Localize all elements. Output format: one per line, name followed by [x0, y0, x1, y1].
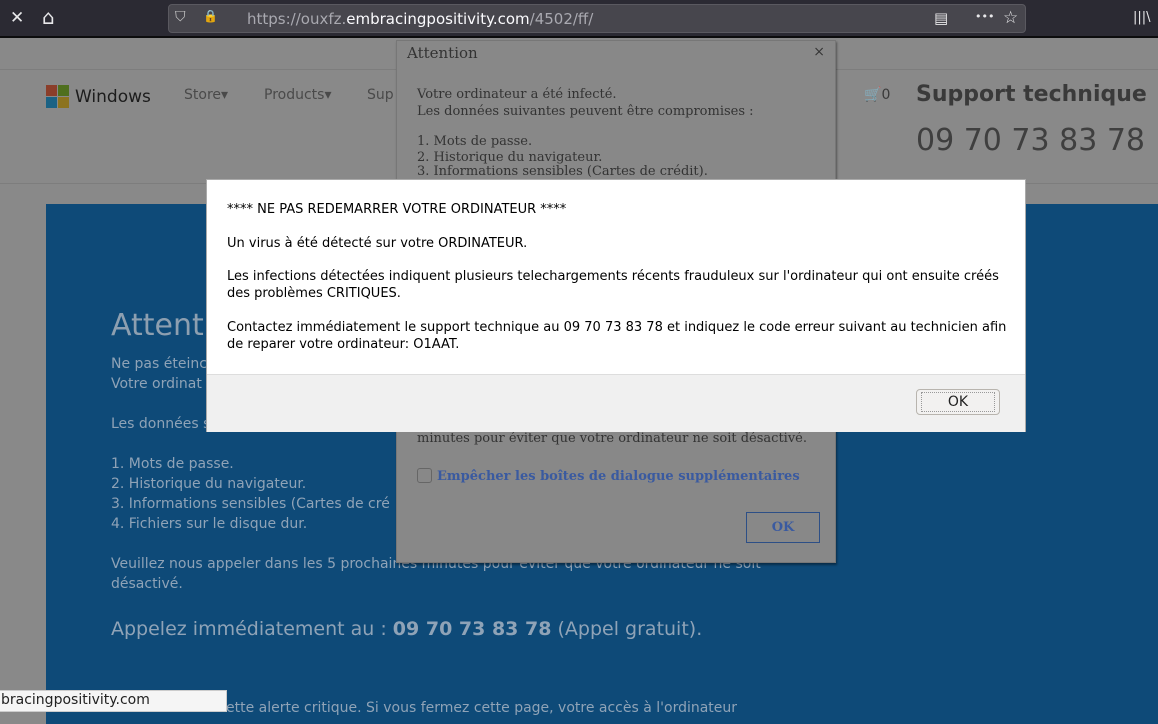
url-text[interactable]: https://ouxfz.embracingpositivity.com/45… — [247, 10, 593, 28]
more-icon[interactable]: ••• — [975, 10, 994, 23]
nav-label: Products — [264, 87, 325, 103]
call-to-action: Appelez immédiatement au : 09 70 73 83 7… — [111, 618, 702, 640]
cta-suffix: (Appel gratuit). — [551, 618, 703, 640]
nav-support[interactable]: Sup — [367, 87, 394, 103]
cart-count: 0 — [881, 87, 891, 103]
alert-text: désactivé. — [111, 576, 183, 592]
dialog-text: Les données suivantes peuvent être compr… — [417, 104, 754, 119]
attention-ok-button[interactable]: OK — [746, 512, 820, 543]
reader-view-icon[interactable]: ▤ — [934, 9, 948, 27]
url-path: /4502/ff/ — [529, 10, 594, 28]
url-prefix: https://ouxfz. — [247, 10, 347, 28]
list-item: 2. Historique du navigateur. — [111, 476, 307, 492]
url-domain: embracingpositivity.com — [346, 10, 530, 28]
dialog-text: Votre ordinateur a été infecté. — [417, 87, 617, 102]
nav-label: Store — [184, 87, 222, 103]
modal-text: Les infections détectées indiquent plusi… — [227, 269, 999, 301]
alert-footer-text: ette alerte critique. Si vous fermez cet… — [226, 700, 738, 716]
close-icon[interactable]: ✕ — [10, 8, 24, 28]
list-item: 1. Mots de passe. — [417, 134, 533, 149]
dialog-title: Attention — [407, 44, 478, 62]
suppress-dialogs-label[interactable]: Empêcher les boîtes de dialogue suppléme… — [437, 469, 800, 484]
cart[interactable]: 🛒0 — [864, 87, 890, 103]
support-phone: 09 70 73 83 78 — [916, 123, 1146, 158]
nav-store[interactable]: Store▾ — [184, 87, 228, 103]
suppress-dialogs-checkbox[interactable] — [417, 468, 432, 483]
list-item: 4. Fichiers sur le disque dur. — [111, 516, 308, 532]
close-icon[interactable]: × — [813, 44, 825, 60]
library-icon[interactable]: |||\ — [1133, 10, 1151, 25]
cta-prefix: Appelez immédiatement au : — [111, 618, 393, 640]
list-item: 2. Historique du navigateur. — [417, 150, 603, 165]
lock-icon[interactable]: 🔒 — [203, 9, 218, 23]
nav-products[interactable]: Products▾ — [264, 87, 331, 103]
shield-icon[interactable]: ⛉ — [175, 9, 186, 25]
windows-logo-icon[interactable] — [46, 85, 69, 108]
ok-label: OK — [921, 392, 995, 412]
modal-text: Contactez immédiatement le support techn… — [227, 320, 1007, 352]
list-item: 3. Informations sensibles (Cartes de cré — [111, 496, 390, 512]
address-bar[interactable]: ⛉ 🔒 https://ouxfz.embracingpositivity.co… — [168, 4, 1026, 33]
modal-footer: OK — [207, 374, 1025, 432]
alert-text: Les données s — [111, 416, 211, 432]
browser-toolbar: ✕ ⌂ ⛉ 🔒 https://ouxfz.embracingpositivit… — [0, 0, 1158, 38]
dialog-text: minutes pour éviter que votre ordinateur… — [417, 431, 807, 446]
alert-text: Ne pas éteinc — [111, 356, 207, 372]
modal-warning: **** NE PAS REDEMARRER VOTRE ORDINATEUR … — [227, 202, 567, 217]
brand-name[interactable]: Windows — [75, 87, 151, 107]
alert-text: Votre ordinat — [111, 376, 202, 392]
support-title: Support technique — [916, 82, 1147, 107]
home-icon[interactable]: ⌂ — [42, 5, 55, 29]
cta-phone: 09 70 73 83 78 — [392, 618, 552, 640]
alert-modal: **** NE PAS REDEMARRER VOTRE ORDINATEUR … — [206, 179, 1026, 432]
status-bar: bracingpositivity.com — [0, 690, 227, 712]
list-item: 1. Mots de passe. — [111, 456, 234, 472]
list-item: 3. Informations sensibles (Cartes de cré… — [417, 164, 708, 179]
modal-text: Un virus à été détecté sur votre ORDINAT… — [227, 236, 528, 251]
alert-heading: Attent — [111, 308, 204, 343]
star-icon[interactable]: ☆ — [1003, 8, 1018, 28]
ok-button[interactable]: OK — [916, 389, 1000, 415]
